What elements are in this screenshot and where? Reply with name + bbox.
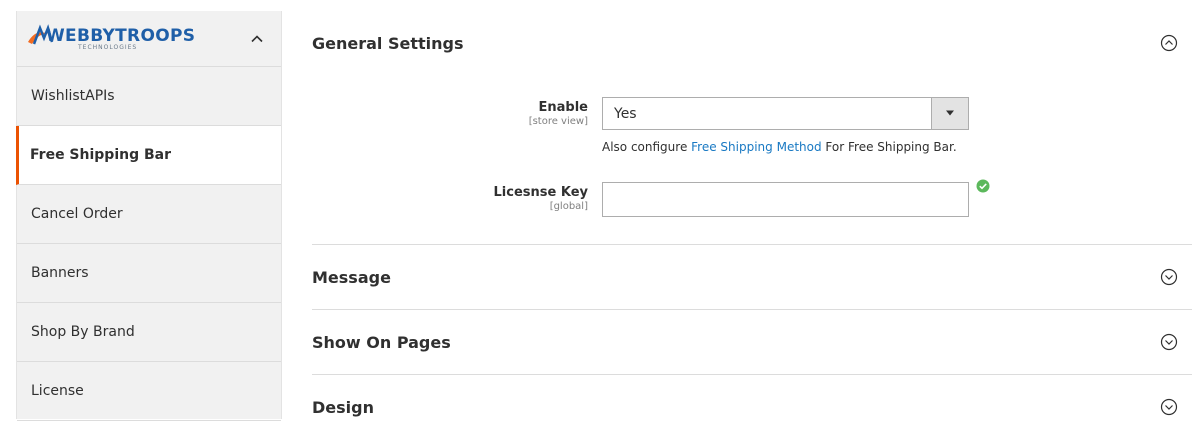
webbytroops-logo: WEBBYTROOPS TECHNOLOGIES — [26, 22, 195, 51]
license-key-label-text: Licesnse Key — [493, 185, 588, 200]
free-shipping-method-link[interactable]: Free Shipping Method — [691, 140, 821, 154]
note-prefix: Also configure — [602, 140, 692, 154]
select-arrow[interactable] — [931, 98, 968, 129]
note-suffix: For Free Shipping Bar. — [821, 140, 957, 154]
triangle-down-icon — [946, 110, 954, 116]
expand-circle-down-icon[interactable] — [1160, 333, 1178, 351]
license-key-scope: [global] — [549, 201, 588, 212]
section-message-header[interactable]: Message — [312, 245, 1192, 309]
sidebar-item-label: Free Shipping Bar — [30, 147, 172, 163]
enable-select-value: Yes — [614, 106, 637, 122]
success-check-icon — [976, 179, 990, 193]
expand-circle-down-icon[interactable] — [1160, 268, 1178, 286]
section-title: Show On Pages — [312, 332, 451, 352]
section-title: Design — [312, 397, 374, 417]
sidebar-item-free-shipping-bar[interactable]: Free Shipping Bar — [16, 126, 281, 185]
chevron-up-icon[interactable] — [250, 32, 264, 46]
sidebar-item-label: Banners — [31, 265, 89, 281]
logo-subtext: TECHNOLOGIES — [78, 44, 138, 51]
sidebar-item-wishlistapis[interactable]: WishlistAPIs — [17, 67, 281, 126]
enable-label-text: Enable — [538, 100, 589, 115]
main-content: General Settings Enable [store view] Yes… — [312, 11, 1192, 439]
expand-circle-down-icon[interactable] — [1160, 398, 1178, 416]
sidebar-item-label: Shop By Brand — [31, 324, 135, 340]
enable-note: Also configure Free Shipping Method For … — [602, 140, 957, 154]
sidebar-header[interactable]: WEBBYTROOPS TECHNOLOGIES — [17, 11, 281, 67]
sidebar-item-label: Cancel Order — [31, 206, 123, 222]
collapse-circle-up-icon[interactable] — [1160, 34, 1178, 52]
sidebar-item-license[interactable]: License — [17, 362, 281, 421]
license-key-input[interactable] — [602, 182, 969, 217]
general-settings-body: Enable [store view] Yes Also configure F… — [312, 75, 1192, 244]
enable-select[interactable]: Yes — [602, 97, 969, 130]
sidebar-item-banners[interactable]: Banners — [17, 244, 281, 303]
sidebar-item-shop-by-brand[interactable]: Shop By Brand — [17, 303, 281, 362]
section-design-header[interactable]: Design — [312, 375, 1192, 439]
section-title: Message — [312, 267, 391, 287]
logo-text: WEBBYTROOPS — [46, 26, 196, 46]
license-key-label: Licesnse Key [global] — [312, 185, 588, 212]
section-show-on-pages-header[interactable]: Show On Pages — [312, 310, 1192, 374]
sidebar-item-label: WishlistAPIs — [31, 88, 115, 104]
section-general-settings-header[interactable]: General Settings — [312, 11, 1192, 75]
sidebar-item-label: License — [31, 383, 84, 399]
enable-scope: [store view] — [528, 116, 588, 127]
enable-label: Enable [store view] — [312, 100, 588, 127]
sidebar-item-cancel-order[interactable]: Cancel Order — [17, 185, 281, 244]
section-title: General Settings — [312, 33, 464, 53]
sidebar: WEBBYTROOPS TECHNOLOGIES WishlistAPIs Fr… — [16, 11, 282, 421]
